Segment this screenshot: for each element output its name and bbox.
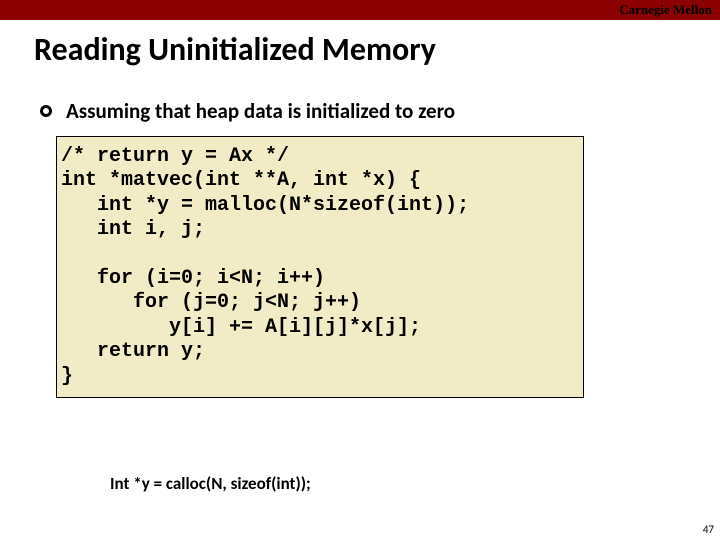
code-block: /* return y = Ax */ int *matvec(int **A,… [61, 145, 579, 389]
bullet-row: Assuming that heap data is initialized t… [40, 98, 455, 124]
code-box: /* return y = Ax */ int *matvec(int **A,… [56, 136, 584, 398]
slide-title: Reading Uninitialized Memory [34, 30, 436, 69]
page-number: 47 [703, 523, 714, 536]
slide: Carnegie Mellon Reading Uninitialized Me… [0, 0, 720, 540]
bullet-text: Assuming that heap data is initialized t… [66, 98, 455, 124]
brand-label: Carnegie Mellon [619, 2, 712, 18]
header-bar [0, 0, 720, 20]
bullet-icon [40, 105, 52, 117]
fix-caption: Int *y = calloc(N, sizeof(int)); [110, 473, 311, 494]
